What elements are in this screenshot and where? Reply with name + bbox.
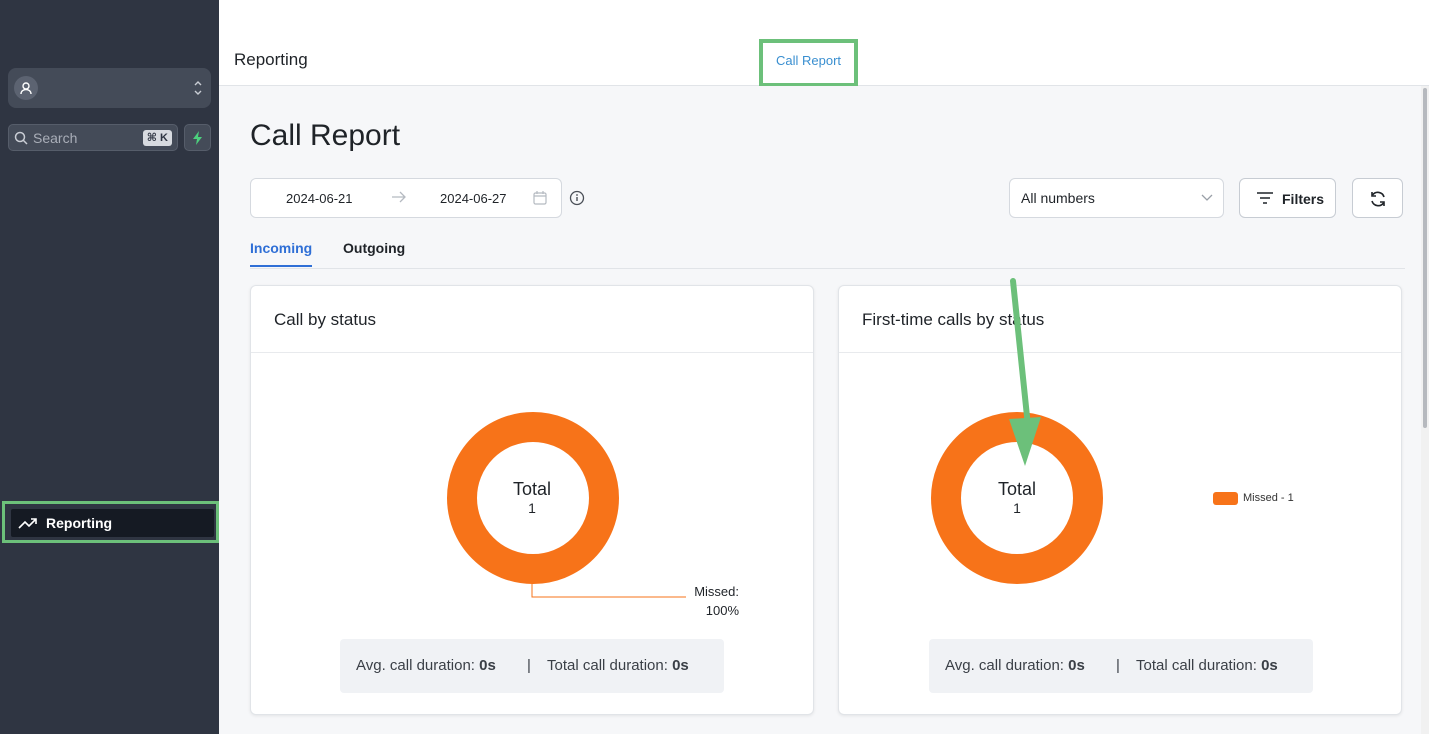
avg-duration-value: 0s [479, 657, 496, 674]
start-date[interactable]: 2024-06-21 [286, 191, 353, 206]
workspace-switcher[interactable] [8, 68, 211, 108]
avg-duration-value: 0s [1068, 657, 1085, 674]
numbers-dropdown[interactable]: All numbers [1009, 178, 1224, 218]
legend-label-missed: Missed - 1 [1243, 492, 1294, 504]
total-duration-label: Total call duration: [547, 657, 668, 674]
card-header: Call by status [251, 286, 813, 353]
total-duration-value: 0s [672, 657, 689, 674]
nav-highlight-box: Reporting [2, 501, 219, 543]
donut-total-value: 1 [528, 500, 536, 516]
card-title: Call by status [274, 310, 377, 329]
shortcut-badge: ⌘ K [142, 130, 172, 146]
sidebar-item-reporting[interactable]: Reporting [11, 509, 214, 537]
avg-duration-label: Avg. call duration: [356, 657, 475, 674]
duration-stats: Avg. call duration: 0s | Total call dura… [929, 639, 1313, 693]
chevron-updown-icon [193, 79, 203, 102]
missed-percent: 100% [705, 603, 739, 618]
missed-callout-label: Missed: 100% [671, 582, 739, 620]
total-duration-value: 0s [1261, 657, 1278, 674]
first-time-calls-card: First-time calls by status Total 1 Misse… [838, 285, 1402, 715]
annotation-arrow-icon [1009, 278, 1041, 466]
refresh-icon [1371, 191, 1385, 207]
direction-tabs: Incoming Outgoing [250, 236, 1405, 269]
tab-incoming[interactable]: Incoming [250, 240, 313, 267]
filters-button-label: Filters [1282, 191, 1325, 207]
duration-stats: Avg. call duration: 0s | Total call dura… [340, 639, 724, 693]
sidebar-item-label: Reporting [46, 515, 113, 531]
filters-button[interactable]: Filters [1239, 178, 1336, 218]
arrow-right-icon [391, 190, 407, 209]
sidebar: Search ⌘ K Reporting [0, 0, 219, 734]
missed-name: Missed: [694, 584, 739, 599]
lightning-icon [193, 131, 202, 145]
calendar-icon [533, 191, 547, 210]
donut-total-label: Total [997, 479, 1037, 499]
main-content: Call Report 2024-06-21 2024-06-27 All nu… [219, 86, 1429, 734]
tab-call-report-label: Call Report [775, 53, 842, 68]
total-duration-label: Total call duration: [1136, 657, 1257, 674]
top-bar: Reporting Call Report [219, 0, 1429, 87]
page-title: Call Report [250, 119, 401, 152]
scrollbar[interactable] [1421, 86, 1429, 734]
search-input[interactable]: Search ⌘ K [8, 124, 178, 151]
donut-total-label: Total [512, 479, 552, 499]
avg-duration-label: Avg. call duration: [945, 657, 1064, 674]
search-placeholder: Search [33, 130, 78, 146]
missed-callout-line [531, 582, 686, 598]
quick-action-button[interactable] [184, 124, 211, 151]
numbers-dropdown-value: All numbers [1021, 190, 1095, 206]
chevron-down-icon [1201, 194, 1213, 201]
tab-call-report[interactable]: Call Report [759, 39, 858, 87]
end-date[interactable]: 2024-06-27 [440, 191, 507, 206]
filter-lines-icon [1257, 192, 1273, 204]
donut-total-value: 1 [1013, 500, 1021, 516]
search-icon [14, 131, 28, 150]
info-icon[interactable] [569, 190, 585, 211]
refresh-button[interactable] [1352, 178, 1403, 218]
section-title: Reporting [234, 50, 308, 69]
trend-up-icon [18, 518, 37, 529]
date-range-picker[interactable]: 2024-06-21 2024-06-27 [250, 178, 562, 218]
tab-outgoing[interactable]: Outgoing [343, 240, 405, 256]
stats-separator: | [1116, 657, 1120, 674]
call-by-status-card: Call by status Total 1 Missed: 100% Avg.… [250, 285, 814, 715]
workspace-avatar-icon [14, 76, 38, 100]
legend-swatch-missed [1213, 492, 1238, 505]
stats-separator: | [527, 657, 531, 674]
card-header: First-time calls by status [839, 286, 1401, 353]
